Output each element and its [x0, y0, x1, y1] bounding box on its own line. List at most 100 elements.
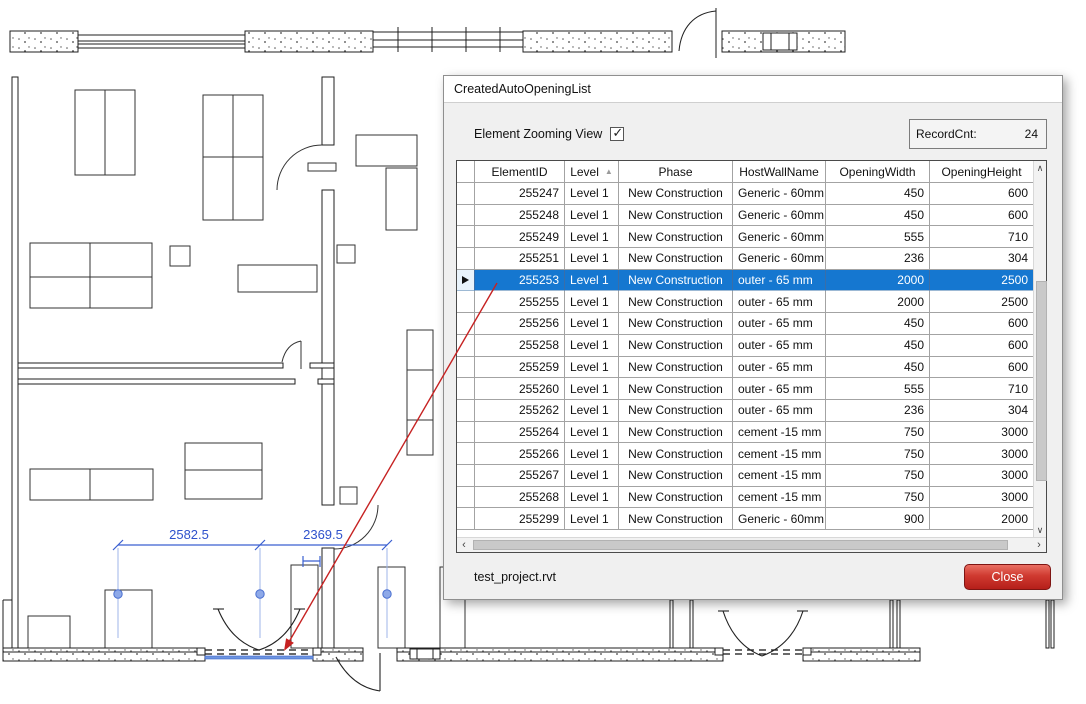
row-selector-cell[interactable] — [457, 226, 475, 248]
scroll-left-icon[interactable]: ‹ — [457, 538, 471, 552]
close-button[interactable]: Close — [964, 564, 1051, 590]
table-row[interactable]: 255267Level 1New Constructioncement -15 … — [457, 465, 1033, 487]
horizontal-scrollbar[interactable]: ‹ › — [457, 537, 1046, 552]
cell-host_wall_name[interactable]: outer - 65 mm — [733, 335, 826, 357]
row-selector-cell[interactable] — [457, 313, 475, 335]
cell-opening_width[interactable]: 450 — [826, 313, 930, 335]
cell-opening_width[interactable]: 555 — [826, 378, 930, 400]
cell-phase[interactable]: New Construction — [619, 226, 733, 248]
table-row[interactable]: 255255Level 1New Constructionouter - 65 … — [457, 291, 1033, 313]
column-header-elementid[interactable]: ElementID — [475, 161, 565, 183]
column-header-hostwallname[interactable]: HostWallName — [733, 161, 826, 183]
cell-phase[interactable]: New Construction — [619, 357, 733, 379]
cell-level[interactable]: Level 1 — [565, 465, 619, 487]
cell-phase[interactable]: New Construction — [619, 205, 733, 227]
dialog-titlebar[interactable]: CreatedAutoOpeningList — [444, 76, 1062, 103]
cell-opening_width[interactable]: 2000 — [826, 270, 930, 292]
cell-element_id[interactable]: 255256 — [475, 313, 565, 335]
table-row[interactable]: 255249Level 1New ConstructionGeneric - 6… — [457, 226, 1033, 248]
cell-phase[interactable]: New Construction — [619, 378, 733, 400]
cell-host_wall_name[interactable]: cement -15 mm — [733, 465, 826, 487]
cell-opening_width[interactable]: 900 — [826, 508, 930, 530]
cell-element_id[interactable]: 255248 — [475, 205, 565, 227]
cell-phase[interactable]: New Construction — [619, 183, 733, 205]
cell-opening_height[interactable]: 710 — [930, 378, 1033, 400]
cell-element_id[interactable]: 255247 — [475, 183, 565, 205]
cell-phase[interactable]: New Construction — [619, 313, 733, 335]
cell-element_id[interactable]: 255262 — [475, 400, 565, 422]
scroll-down-icon[interactable]: ∨ — [1034, 523, 1046, 537]
cell-element_id[interactable]: 255259 — [475, 357, 565, 379]
cell-level[interactable]: Level 1 — [565, 422, 619, 444]
cell-element_id[interactable]: 255266 — [475, 443, 565, 465]
cell-phase[interactable]: New Construction — [619, 443, 733, 465]
cell-phase[interactable]: New Construction — [619, 270, 733, 292]
cell-opening_height[interactable]: 600 — [930, 335, 1033, 357]
cell-opening_width[interactable]: 2000 — [826, 291, 930, 313]
row-selector-cell[interactable] — [457, 422, 475, 444]
cell-opening_height[interactable]: 600 — [930, 183, 1033, 205]
row-selector-cell[interactable] — [457, 508, 475, 530]
cell-element_id[interactable]: 255258 — [475, 335, 565, 357]
cell-host_wall_name[interactable]: outer - 65 mm — [733, 270, 826, 292]
cell-opening_width[interactable]: 750 — [826, 422, 930, 444]
cell-phase[interactable]: New Construction — [619, 335, 733, 357]
cell-phase[interactable]: New Construction — [619, 291, 733, 313]
cell-opening_height[interactable]: 600 — [930, 313, 1033, 335]
table-row[interactable]: 255268Level 1New Constructioncement -15 … — [457, 487, 1033, 509]
column-header-level[interactable]: Level ▲ — [565, 161, 619, 183]
cell-element_id[interactable]: 255268 — [475, 487, 565, 509]
table-row[interactable]: 255262Level 1New Constructionouter - 65 … — [457, 400, 1033, 422]
cell-host_wall_name[interactable]: outer - 65 mm — [733, 400, 826, 422]
cell-level[interactable]: Level 1 — [565, 508, 619, 530]
cell-element_id[interactable]: 255253 — [475, 270, 565, 292]
cell-opening_height[interactable]: 304 — [930, 248, 1033, 270]
cell-opening_width[interactable]: 450 — [826, 335, 930, 357]
cell-element_id[interactable]: 255249 — [475, 226, 565, 248]
cell-host_wall_name[interactable]: outer - 65 mm — [733, 357, 826, 379]
table-row[interactable]: 255256Level 1New Constructionouter - 65 … — [457, 313, 1033, 335]
cell-phase[interactable]: New Construction — [619, 508, 733, 530]
cell-opening_width[interactable]: 555 — [826, 226, 930, 248]
cell-opening_height[interactable]: 2500 — [930, 291, 1033, 313]
cell-host_wall_name[interactable]: cement -15 mm — [733, 422, 826, 444]
cell-opening_height[interactable]: 3000 — [930, 443, 1033, 465]
cell-level[interactable]: Level 1 — [565, 378, 619, 400]
cell-host_wall_name[interactable]: outer - 65 mm — [733, 313, 826, 335]
row-selector-cell[interactable] — [457, 205, 475, 227]
row-selector-cell[interactable] — [457, 443, 475, 465]
row-selector-cell[interactable] — [457, 291, 475, 313]
scroll-right-icon[interactable]: › — [1032, 538, 1046, 552]
row-selector-cell[interactable] — [457, 465, 475, 487]
row-selector-cell[interactable] — [457, 335, 475, 357]
table-row[interactable]: 255248Level 1New ConstructionGeneric - 6… — [457, 205, 1033, 227]
vertical-scrollbar-thumb[interactable] — [1036, 281, 1047, 481]
cell-opening_width[interactable]: 236 — [826, 248, 930, 270]
cell-host_wall_name[interactable]: cement -15 mm — [733, 443, 826, 465]
cell-level[interactable]: Level 1 — [565, 270, 619, 292]
table-row[interactable]: 255258Level 1New Constructionouter - 65 … — [457, 335, 1033, 357]
cell-host_wall_name[interactable]: outer - 65 mm — [733, 291, 826, 313]
row-selector-cell[interactable] — [457, 357, 475, 379]
cell-level[interactable]: Level 1 — [565, 443, 619, 465]
cell-host_wall_name[interactable]: Generic - 60mm — [733, 183, 826, 205]
cell-level[interactable]: Level 1 — [565, 357, 619, 379]
cell-opening_height[interactable]: 3000 — [930, 465, 1033, 487]
cell-opening_width[interactable]: 750 — [826, 487, 930, 509]
cell-host_wall_name[interactable]: Generic - 60mm — [733, 226, 826, 248]
cell-opening_height[interactable]: 304 — [930, 400, 1033, 422]
cell-opening_width[interactable]: 450 — [826, 357, 930, 379]
cell-opening_height[interactable]: 3000 — [930, 487, 1033, 509]
cell-opening_width[interactable]: 236 — [826, 400, 930, 422]
cell-element_id[interactable]: 255267 — [475, 465, 565, 487]
cell-level[interactable]: Level 1 — [565, 291, 619, 313]
cell-element_id[interactable]: 255251 — [475, 248, 565, 270]
row-selector-cell[interactable] — [457, 487, 475, 509]
cell-level[interactable]: Level 1 — [565, 487, 619, 509]
row-selector-header[interactable] — [457, 161, 475, 183]
table-row[interactable]: 255251Level 1New ConstructionGeneric - 6… — [457, 248, 1033, 270]
cell-element_id[interactable]: 255255 — [475, 291, 565, 313]
row-selector-cell[interactable] — [457, 183, 475, 205]
cell-opening_width[interactable]: 450 — [826, 205, 930, 227]
row-selector-cell[interactable] — [457, 400, 475, 422]
